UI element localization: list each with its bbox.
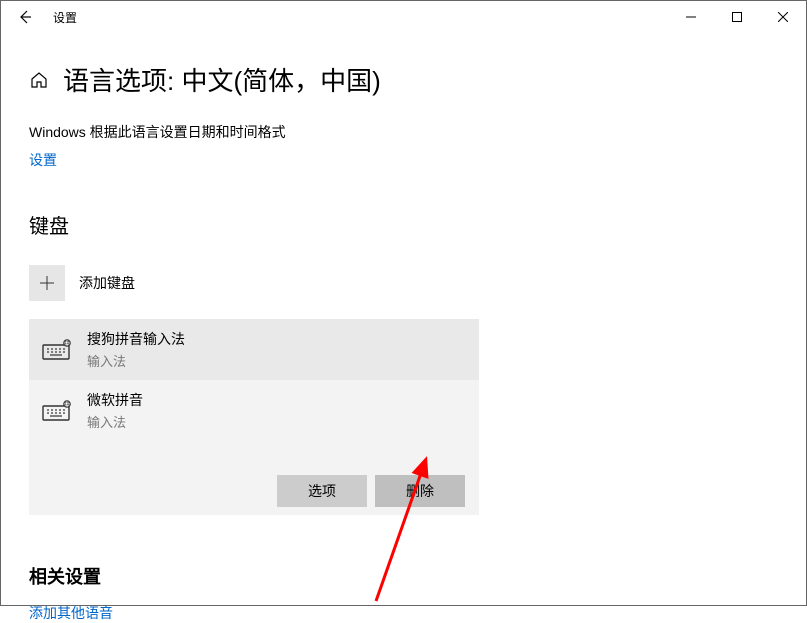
- close-icon: [778, 12, 788, 22]
- titlebar: 设置: [1, 1, 806, 33]
- options-button[interactable]: 选项: [277, 475, 367, 507]
- content-area: 语言选项: 中文(简体，中国) Windows 根据此语言设置日期和时间格式 设…: [1, 61, 806, 623]
- minimize-icon: [686, 12, 696, 22]
- window-title: 设置: [53, 9, 77, 26]
- keyboard-item-subtitle: 输入法: [87, 351, 185, 370]
- home-icon: [30, 71, 48, 89]
- keyboard-section-title: 键盘: [29, 210, 778, 239]
- plus-icon: [29, 265, 65, 301]
- add-keyboard-button[interactable]: 添加键盘: [29, 265, 778, 301]
- keyboard-item-sogou[interactable]: 拼 搜狗拼音输入法 输入法: [29, 319, 479, 380]
- svg-text:拼: 拼: [64, 340, 69, 347]
- keyboard-icon: 拼: [41, 336, 73, 364]
- minimize-button[interactable]: [668, 1, 714, 33]
- close-button[interactable]: [760, 1, 806, 33]
- arrow-left-icon: [17, 9, 33, 25]
- page-title: 语言选项: 中文(简体，中国): [63, 61, 381, 98]
- maximize-button[interactable]: [714, 1, 760, 33]
- keyboard-list: 拼 搜狗拼音输入法 输入法 拼: [29, 319, 479, 515]
- keyboard-item-name: 微软拼音: [87, 390, 143, 410]
- settings-link[interactable]: 设置: [29, 150, 57, 170]
- add-keyboard-label: 添加键盘: [79, 273, 135, 293]
- related-title: 相关设置: [29, 563, 778, 589]
- keyboard-item-name: 搜狗拼音输入法: [87, 329, 185, 349]
- home-button[interactable]: [29, 70, 49, 90]
- add-other-voice-link[interactable]: 添加其他语音: [29, 603, 113, 623]
- related-settings: 相关设置 添加其他语音: [29, 563, 778, 623]
- remove-button[interactable]: 删除: [375, 475, 465, 507]
- back-button[interactable]: [9, 1, 41, 33]
- maximize-icon: [732, 12, 742, 22]
- keyboard-item-actions: 选项 删除: [37, 445, 471, 515]
- description-text: Windows 根据此语言设置日期和时间格式: [29, 122, 778, 142]
- keyboard-item-text: 微软拼音 输入法: [87, 390, 143, 431]
- keyboard-item-subtitle: 输入法: [87, 412, 143, 431]
- page-header: 语言选项: 中文(简体，中国): [29, 61, 778, 98]
- svg-text:拼: 拼: [64, 401, 69, 408]
- keyboard-item-text: 搜狗拼音输入法 输入法: [87, 329, 185, 370]
- keyboard-item-microsoft[interactable]: 拼 微软拼音 输入法 选项 删除: [29, 380, 479, 515]
- keyboard-icon: 拼: [41, 397, 73, 425]
- window-controls: [668, 1, 806, 33]
